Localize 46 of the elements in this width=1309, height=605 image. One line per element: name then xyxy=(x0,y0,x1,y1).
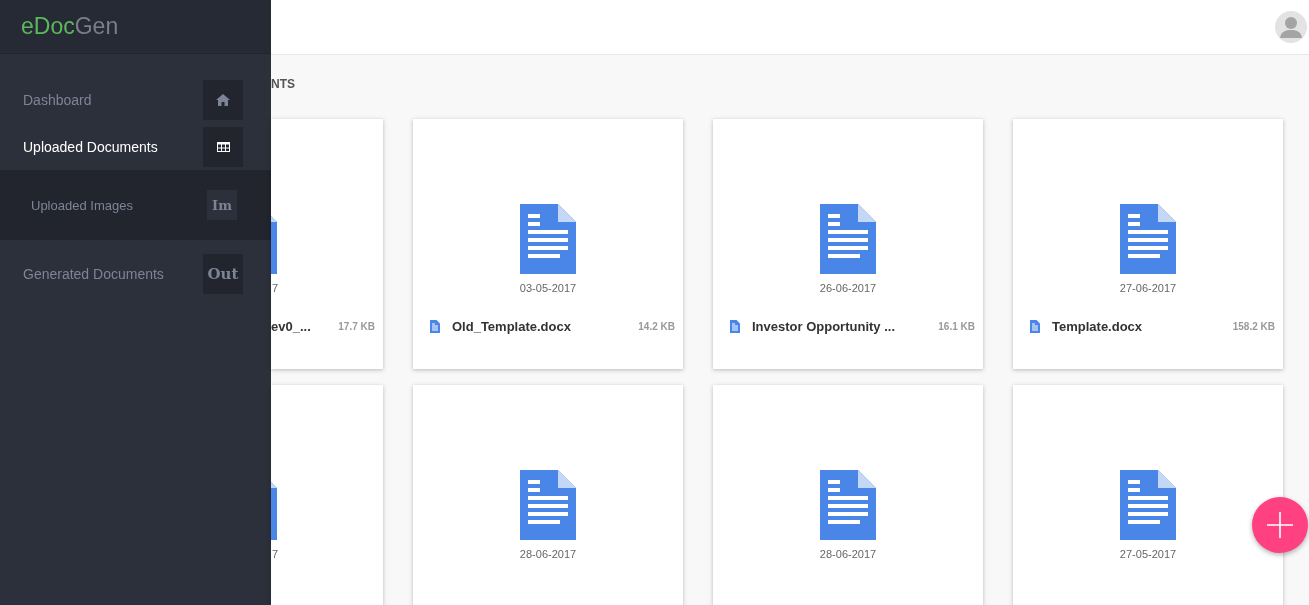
document-date: 03-05-2017 xyxy=(519,282,577,294)
document-date: 7 xyxy=(272,548,279,560)
document-name: Template.docx xyxy=(1052,318,1144,334)
sidebar-item[interactable]: Dashboard xyxy=(0,76,271,123)
document-card[interactable]: 03-05-2017 Old_Template.docx 14.2 KB xyxy=(413,119,683,369)
document-size: 17.7 KB xyxy=(338,320,375,332)
document-date: 27-06-2017 xyxy=(1119,282,1177,294)
nav-badge: Im xyxy=(207,190,237,220)
document-icon xyxy=(820,470,876,540)
document-date: 27-05-2017 xyxy=(1119,548,1177,560)
document-icon xyxy=(520,470,576,540)
document-date: 28-06-2017 xyxy=(519,548,577,560)
document-card[interactable]: 27-05-2017 xyxy=(1013,385,1283,605)
document-card[interactable]: 7 ev0_... 17.7 KB xyxy=(271,119,383,369)
document-icon xyxy=(1120,470,1176,540)
avatar-icon[interactable] xyxy=(1275,11,1307,43)
grid-icon xyxy=(216,141,230,152)
home-icon xyxy=(216,93,230,106)
document-size: 158.2 KB xyxy=(1232,320,1275,332)
nav-badge: Out xyxy=(203,253,243,294)
document-card[interactable]: 26-06-2017 Investor Opportunity ... 16.1 KB xyxy=(713,119,983,369)
document-size: 14.2 KB xyxy=(638,320,675,332)
document-icon xyxy=(820,204,876,274)
document-icon xyxy=(430,319,440,333)
document-name: Old_Template.docx xyxy=(452,318,572,334)
sidebar-subitem[interactable]: Uploaded Images Im xyxy=(0,170,271,240)
document-date: 28-06-2017 xyxy=(819,548,877,560)
document-icon xyxy=(730,319,740,333)
document-card[interactable]: 27-06-2017 Template.docx 158.2 KB xyxy=(1013,119,1283,369)
document-icon xyxy=(1120,204,1176,274)
section-heading: NTS xyxy=(271,77,296,93)
document-card[interactable]: 7 xyxy=(271,385,383,605)
app-logo[interactable]: eDocGen xyxy=(21,13,119,40)
document-size: 16.1 KB xyxy=(938,320,975,332)
document-name: ev0_... xyxy=(271,318,312,334)
document-icon xyxy=(520,204,576,274)
document-icon xyxy=(1030,319,1040,333)
document-card[interactable]: 28-06-2017 xyxy=(713,385,983,605)
document-date: 7 xyxy=(272,282,279,294)
document-date: 26-06-2017 xyxy=(819,282,877,294)
add-button[interactable] xyxy=(1252,497,1308,553)
plus-icon xyxy=(1267,512,1293,538)
document-card[interactable]: 28-06-2017 xyxy=(413,385,683,605)
document-name: Investor Opportunity ... xyxy=(752,318,896,334)
sidebar-item[interactable]: Uploaded Documents xyxy=(0,123,271,170)
sidebar-item[interactable]: Generated Documents Out xyxy=(0,250,271,297)
